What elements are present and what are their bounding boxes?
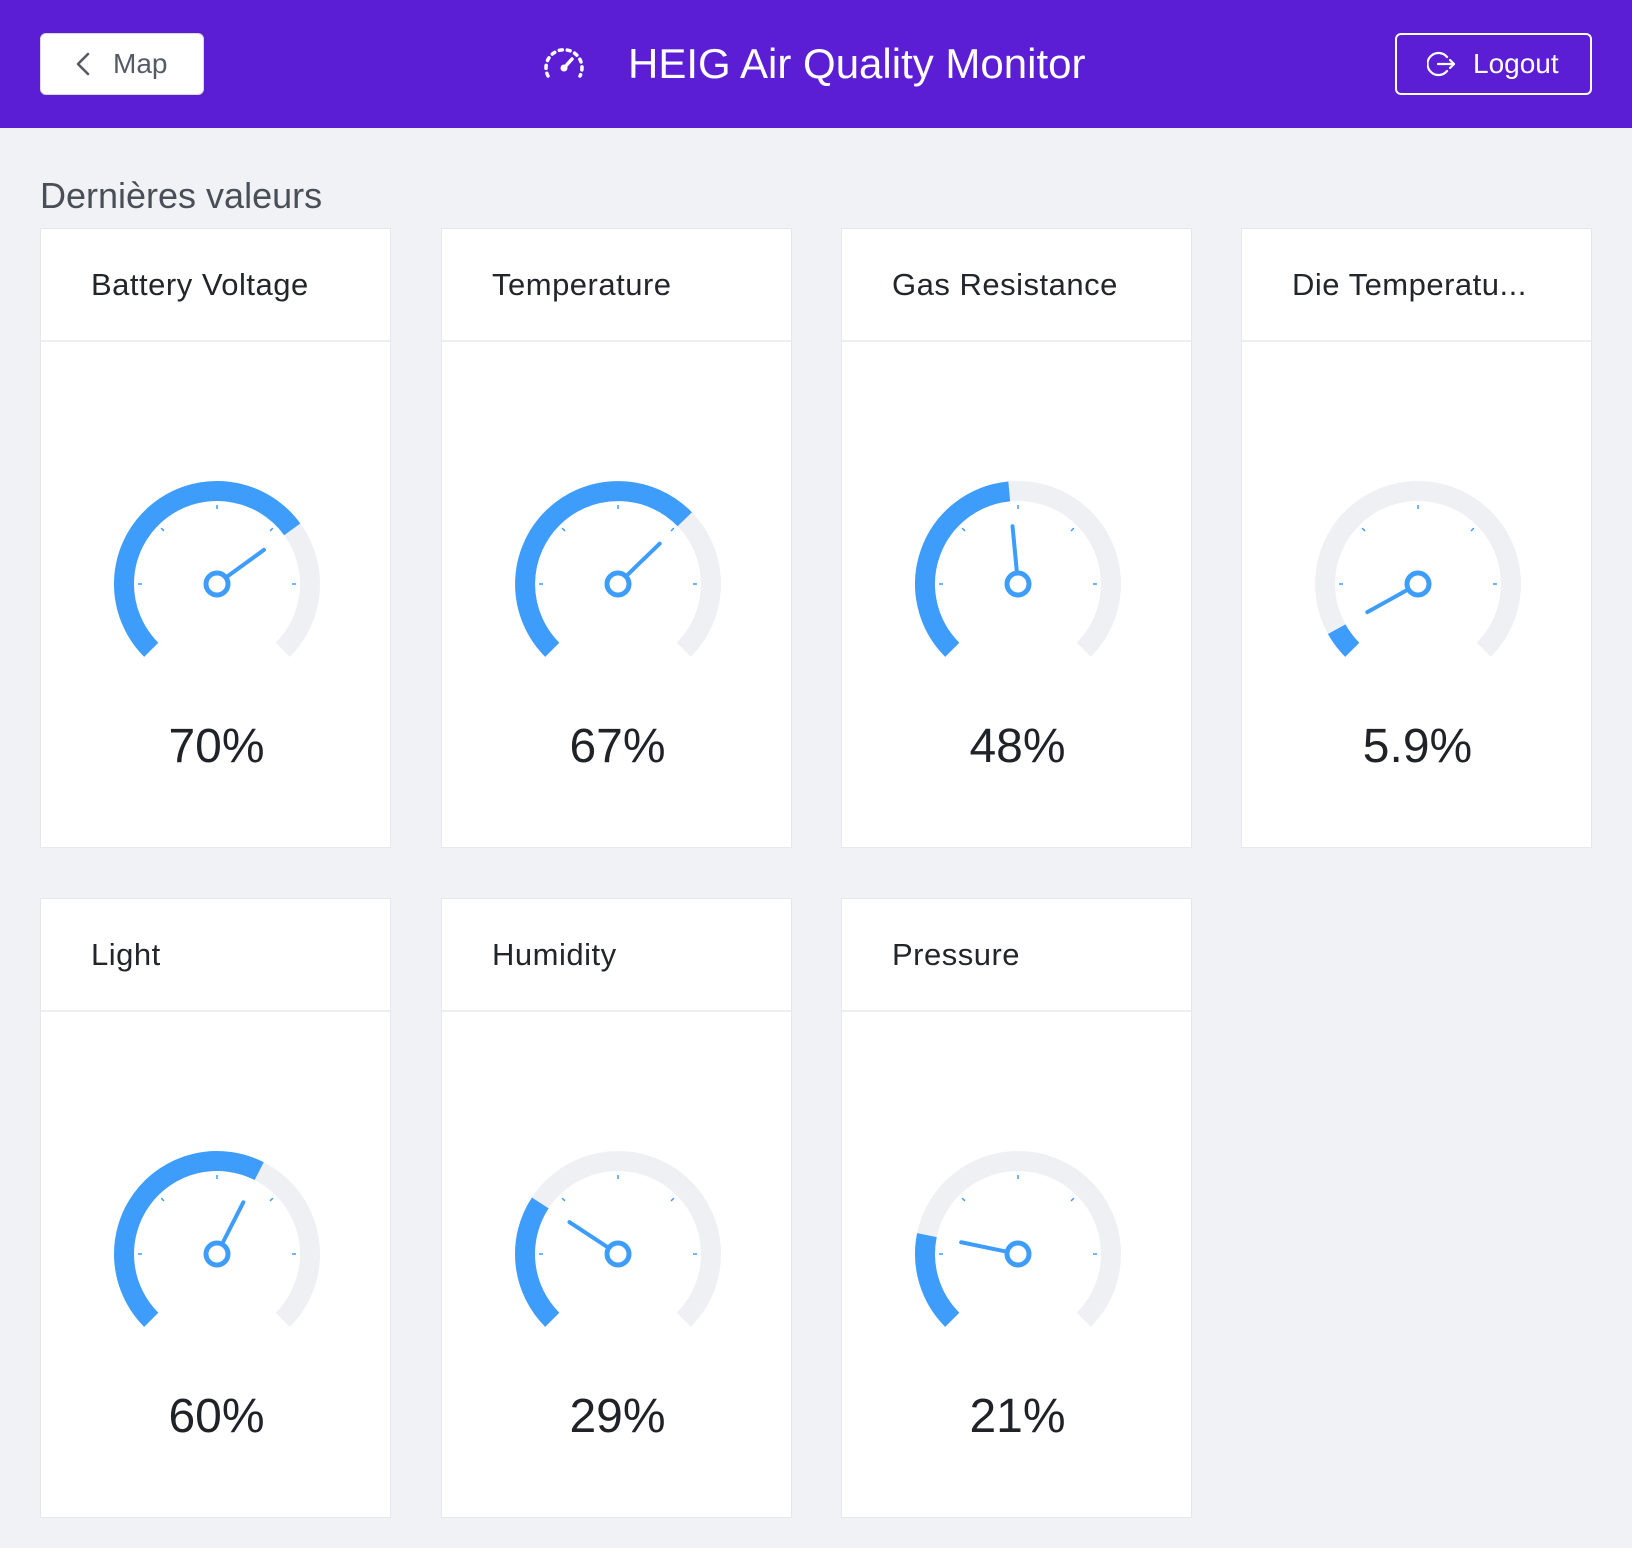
card-title: Battery Voltage [41, 229, 390, 342]
card-value: 29% [569, 1390, 666, 1443]
gauge [442, 469, 793, 669]
card-value: 48% [969, 720, 1066, 773]
card-value: 5.9% [1362, 720, 1473, 773]
gauge [1242, 469, 1593, 669]
logout-label: Logout [1473, 48, 1559, 79]
chevron-left-icon [76, 52, 90, 76]
gauge-tick [561, 527, 565, 532]
gauge [41, 1139, 392, 1339]
gauge-needle [1364, 588, 1408, 615]
gauge-card-battery-voltage: Battery Voltage 70% [40, 228, 391, 848]
gauge-pivot [1004, 1240, 1031, 1268]
gauge-card-die-temperature: Die Temperatu... 5.9% [1241, 228, 1592, 848]
gauge-pivot [1404, 570, 1431, 598]
app-title-text: HEIG Air Quality Monitor [628, 40, 1086, 87]
gauge-card-humidity: Humidity 29% [441, 898, 792, 1518]
app-title: HEIG Air Quality Monitor [540, 36, 1085, 92]
gauge [842, 1139, 1193, 1339]
gauge-pivot [203, 570, 230, 598]
gauge-tick [961, 1197, 965, 1202]
gauge-tick [561, 1197, 565, 1202]
gauge-track [1314, 481, 1521, 657]
gauge-fill [113, 480, 300, 657]
gauge-track [914, 1151, 1121, 1327]
gauge-tick [1470, 527, 1474, 532]
gauge-pivot [604, 1240, 631, 1268]
gauge-needle [958, 1240, 1006, 1254]
gauge-pivot [1004, 570, 1031, 598]
logout-icon [1427, 51, 1456, 77]
card-title: Temperature [442, 229, 791, 342]
gauge-fill [514, 481, 692, 657]
card-title: Pressure [842, 899, 1191, 1012]
gauge-card-pressure: Pressure 21% [841, 898, 1192, 1518]
gauge-tick [961, 527, 965, 532]
card-title: Gas Resistance [842, 229, 1191, 342]
back-to-map-button[interactable]: Map [40, 33, 204, 95]
gauge [442, 1139, 793, 1339]
gauge-needle [625, 541, 662, 577]
gauge-track [514, 1151, 721, 1327]
card-value: 67% [569, 720, 666, 773]
gauge-tick [160, 1197, 164, 1202]
gauge [842, 469, 1193, 669]
card-value: 70% [168, 720, 265, 773]
dashboard-gauge-icon [544, 48, 584, 78]
gauge-tick [1070, 527, 1074, 532]
gauge-tick [160, 527, 164, 532]
card-title: Humidity [442, 899, 791, 1012]
gauge [41, 469, 392, 669]
gauge-fill [514, 1197, 560, 1327]
gauge-needle [567, 1220, 608, 1249]
card-title: Light [41, 899, 390, 1012]
card-value: 21% [969, 1390, 1066, 1443]
gauge-needle [1010, 524, 1019, 573]
gauge-tick [1070, 1197, 1074, 1202]
gauge-card-gas-resistance: Gas Resistance 48% [841, 228, 1192, 848]
gauge-card-light: Light 60% [40, 898, 391, 1518]
card-title: Die Temperatu... [1242, 229, 1591, 342]
gauge-fill [914, 1233, 960, 1327]
gauge-tick [269, 1197, 273, 1202]
gauge-tick [670, 527, 674, 532]
gauge-card-temperature: Temperature 67% [441, 228, 792, 848]
section-title: Dernières valeurs [40, 175, 323, 216]
gauge-tick [1361, 527, 1365, 532]
back-button-label: Map [113, 48, 168, 79]
gauge-fill [113, 1151, 264, 1327]
card-value: 60% [168, 1390, 265, 1443]
gauge-pivot [203, 1240, 230, 1268]
gauge-needle [225, 547, 266, 578]
gauge-tick [269, 527, 273, 532]
gauge-fill [1327, 624, 1360, 657]
gauge-tick [670, 1197, 674, 1202]
gauge-fill [914, 481, 1010, 657]
gauge-pivot [604, 570, 631, 598]
gauge-needle [220, 1200, 245, 1244]
app-header: Map HEIG Air Quality Monitor Logout [0, 0, 1632, 128]
logout-button[interactable]: Logout [1395, 33, 1592, 95]
